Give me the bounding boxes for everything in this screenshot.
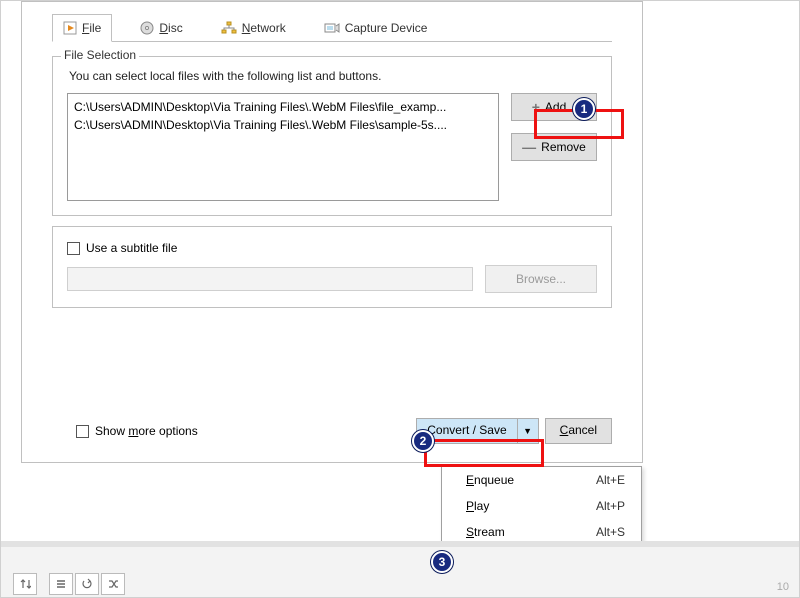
annotation-badge-1: 1: [573, 98, 595, 120]
subtitle-checkbox-label: Use a subtitle file: [86, 241, 177, 255]
tab-network[interactable]: Network: [211, 15, 296, 41]
tab-capture-label: Capture Device: [345, 21, 428, 35]
menu-item-enqueue[interactable]: Enqueue Alt+E: [442, 467, 641, 493]
cancel-button[interactable]: Cancel: [545, 418, 612, 444]
toolbar-strip: 10: [1, 541, 799, 597]
subtitle-checkbox[interactable]: [67, 242, 80, 255]
file-selection-group: File Selection You can select local file…: [52, 56, 612, 216]
file-listbox[interactable]: C:\Users\ADMIN\Desktop\Via Training File…: [67, 93, 499, 201]
tab-capture[interactable]: Capture Device: [314, 15, 438, 41]
toolbar-shuffle-button[interactable]: [101, 573, 125, 595]
file-icon: [63, 21, 77, 35]
toolbar-loop-button[interactable]: [75, 573, 99, 595]
disc-icon: [140, 21, 154, 35]
browse-button: Browse...: [485, 265, 597, 293]
tab-file-label: File: [82, 21, 101, 35]
tab-bar: File Disc Network Capture Device: [22, 2, 642, 41]
convert-save-dropdown[interactable]: ▼: [518, 419, 538, 443]
subtitle-path-input: [67, 267, 473, 291]
page-number: 10: [777, 581, 789, 593]
annotation-badge-2: 2: [412, 430, 434, 452]
toolbar-button[interactable]: [13, 573, 37, 595]
tab-file[interactable]: File: [52, 14, 112, 42]
file-selection-help: You can select local files with the foll…: [69, 69, 595, 83]
subtitle-group: Use a subtitle file Browse...: [52, 226, 612, 308]
capture-device-icon: [324, 21, 340, 35]
toolbar-list-button[interactable]: [49, 573, 73, 595]
network-icon: [221, 21, 237, 35]
file-selection-legend: File Selection: [61, 48, 139, 62]
menu-item-play[interactable]: Play Alt+P: [442, 493, 641, 519]
minus-icon: —: [522, 140, 536, 154]
remove-button[interactable]: — Remove: [511, 133, 597, 161]
annotation-badge-3: 3: [431, 551, 453, 573]
tab-disc-label: Disc: [159, 21, 182, 35]
show-more-label: Show more options: [95, 424, 198, 438]
list-item[interactable]: C:\Users\ADMIN\Desktop\Via Training File…: [74, 116, 492, 134]
list-item[interactable]: C:\Users\ADMIN\Desktop\Via Training File…: [74, 98, 492, 116]
tab-disc[interactable]: Disc: [130, 15, 192, 41]
plus-icon: +: [532, 100, 540, 114]
show-more-checkbox[interactable]: [76, 425, 89, 438]
chevron-down-icon: ▼: [523, 426, 532, 436]
tab-network-label: Network: [242, 21, 286, 35]
convert-save-button[interactable]: Convert / Save ▼: [416, 418, 538, 444]
